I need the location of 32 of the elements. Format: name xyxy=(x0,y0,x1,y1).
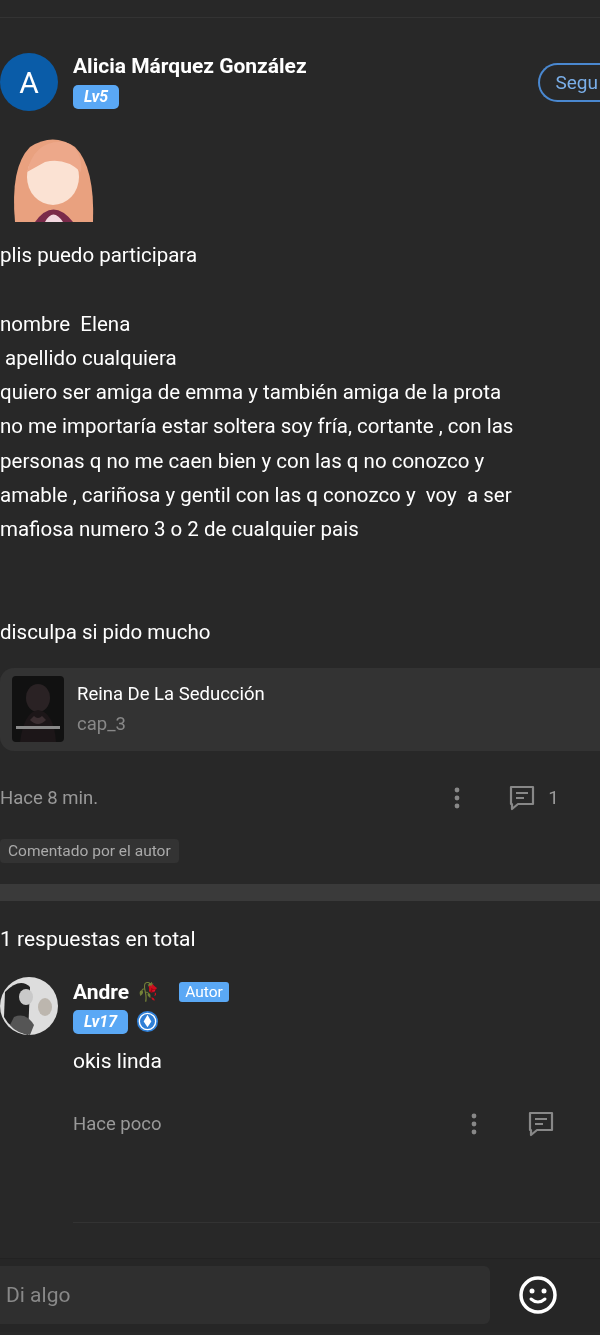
level-badge: Lv17 xyxy=(73,1009,129,1034)
author-tag: Autor xyxy=(179,981,229,1002)
story-card[interactable]: Reina De La Seducción cap_3 xyxy=(0,667,600,751)
comment-count: 1 xyxy=(548,786,559,810)
post-text: apellido cualquiera xyxy=(4,344,178,372)
level-badge: Lv5 xyxy=(73,85,120,109)
post-text: personas q no me caen bien y con las q no conozco y xyxy=(0,447,486,475)
author-comment-tag: Comentado por el autor xyxy=(0,838,179,863)
comment-input[interactable]: Di algo xyxy=(0,1266,490,1325)
rose-emoji: 🥀 xyxy=(137,981,160,1003)
reply-text: okis linda xyxy=(73,1048,163,1073)
more-icon[interactable] xyxy=(471,1112,477,1135)
story-title: Reina De La Seducción xyxy=(77,683,265,706)
post-text: nombre Elena xyxy=(0,310,132,338)
comment-icon[interactable] xyxy=(527,1110,555,1137)
chapter-label: cap_3 xyxy=(77,713,127,736)
user-name[interactable]: Andre xyxy=(73,978,130,1005)
more-icon[interactable] xyxy=(454,786,461,809)
post-text: no me importaría estar soltera soy fría, cortante , con las xyxy=(0,413,515,441)
timestamp: Hace 8 min. xyxy=(0,786,100,809)
user-name[interactable]: Alicia Márquez González xyxy=(73,53,307,79)
post-text: plis puedo participara xyxy=(0,242,199,269)
post-text: disculpa si pido mucho xyxy=(0,619,212,647)
follow-button[interactable]: Segu xyxy=(537,63,600,102)
timestamp: Hace poco xyxy=(73,1112,163,1135)
post-text: quiero ser amiga de emma y también amiga de la prota xyxy=(0,379,503,407)
post-text: amable , cariñosa y gentil con las q conozco y voy a ser xyxy=(0,482,513,510)
emoji-icon[interactable] xyxy=(518,1275,558,1316)
replies-count: 1 respuestas en total xyxy=(0,926,197,951)
comment-icon[interactable] xyxy=(508,784,537,811)
post-text: mafiosa numero 3 o 2 de cualquier pais xyxy=(0,516,360,544)
user-avatar[interactable]: A xyxy=(0,53,58,111)
